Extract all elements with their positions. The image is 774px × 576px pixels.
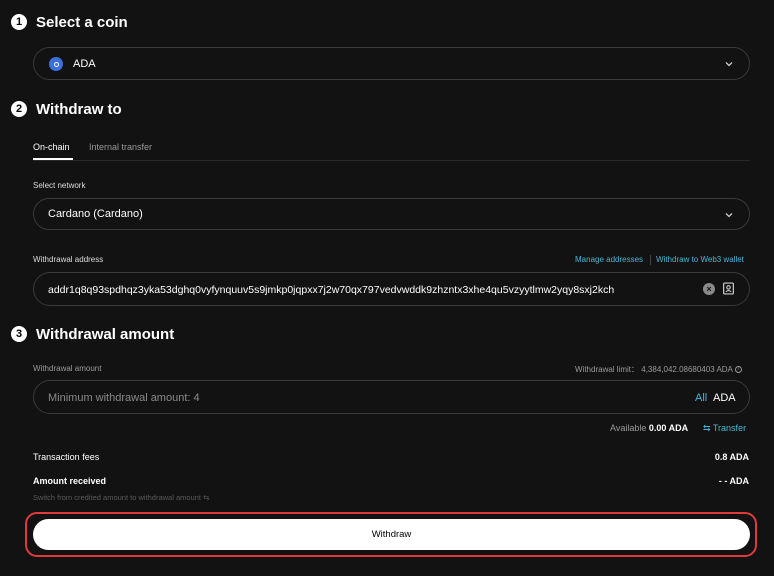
address-input-value: addr1q8q93spdhqz3yka53dghq0vyfynquuv5s9j… — [48, 284, 615, 296]
transfer-icon: ⇆ — [703, 423, 711, 433]
transfer-link[interactable]: ⇆ Transfer — [703, 423, 746, 434]
step-3-number: 3 — [11, 326, 27, 342]
tabs-divider — [33, 160, 750, 161]
withdrawal-limit-label: Withdrawal limit： — [575, 365, 640, 374]
withdraw-button-label: Withdraw — [371, 529, 412, 540]
address-label: Withdrawal address — [33, 255, 104, 264]
switch-icon: ⇆ — [203, 493, 210, 502]
step-3-title: Withdrawal amount — [36, 326, 175, 343]
coin-select[interactable]: ADA — [33, 47, 750, 80]
all-button[interactable]: All — [695, 392, 707, 404]
address-book-icon[interactable] — [722, 282, 735, 295]
amount-received-label: Amount received — [33, 476, 107, 486]
coin-select-value: ADA — [73, 58, 96, 70]
ada-coin-icon — [49, 57, 63, 71]
amount-input-placeholder: Minimum withdrawal amount: 4 — [48, 392, 200, 404]
withdrawal-limit-value: 4,384,042.08680403 ADA — [641, 365, 733, 374]
address-input[interactable]: addr1q8q93spdhqz3yka53dghq0vyfynquuv5s9j… — [33, 272, 750, 306]
network-select-value: Cardano (Cardano) — [48, 208, 143, 220]
transaction-fees-label: Transaction fees — [33, 452, 100, 462]
link-separator — [650, 255, 651, 265]
step-1-title: Select a coin — [36, 14, 128, 31]
chevron-down-icon — [725, 62, 733, 67]
amount-received-value: - - ADA — [718, 476, 749, 486]
amount-input[interactable]: Minimum withdrawal amount: 4 All ADA — [33, 380, 750, 414]
withdraw-button[interactable]: Withdraw — [33, 519, 750, 550]
step-1-number: 1 — [11, 14, 27, 30]
tab-on-chain[interactable]: On-chain — [33, 142, 70, 152]
amount-unit: ADA — [713, 392, 736, 404]
info-icon[interactable]: i — [734, 366, 742, 374]
network-label: Select network — [33, 181, 86, 190]
available-balance: Available 0.00 ADA — [610, 423, 688, 433]
withdraw-web3-link[interactable]: Withdraw to Web3 wallet — [656, 255, 744, 264]
manage-addresses-link[interactable]: Manage addresses — [575, 255, 643, 264]
withdrawal-limit: Withdrawal limit： 4,384,042.08680403 ADA… — [575, 364, 742, 375]
switch-amount-toggle[interactable]: Switch from credited amount to withdrawa… — [33, 493, 209, 502]
available-label: Available — [610, 423, 647, 433]
clear-icon[interactable]: × — [703, 283, 715, 295]
amount-label: Withdrawal amount — [33, 364, 102, 373]
available-value: 0.00 ADA — [648, 423, 689, 433]
step-2-title: Withdraw to — [36, 101, 122, 118]
tab-internal-transfer[interactable]: Internal transfer — [89, 142, 152, 152]
chevron-down-icon — [725, 213, 733, 218]
transaction-fees-value: 0.8 ADA — [714, 452, 749, 462]
transfer-label: Transfer — [712, 423, 747, 433]
switch-amount-text: Switch from credited amount to withdrawa… — [33, 493, 201, 502]
network-select[interactable]: Cardano (Cardano) — [33, 198, 750, 230]
step-2-number: 2 — [11, 101, 27, 117]
